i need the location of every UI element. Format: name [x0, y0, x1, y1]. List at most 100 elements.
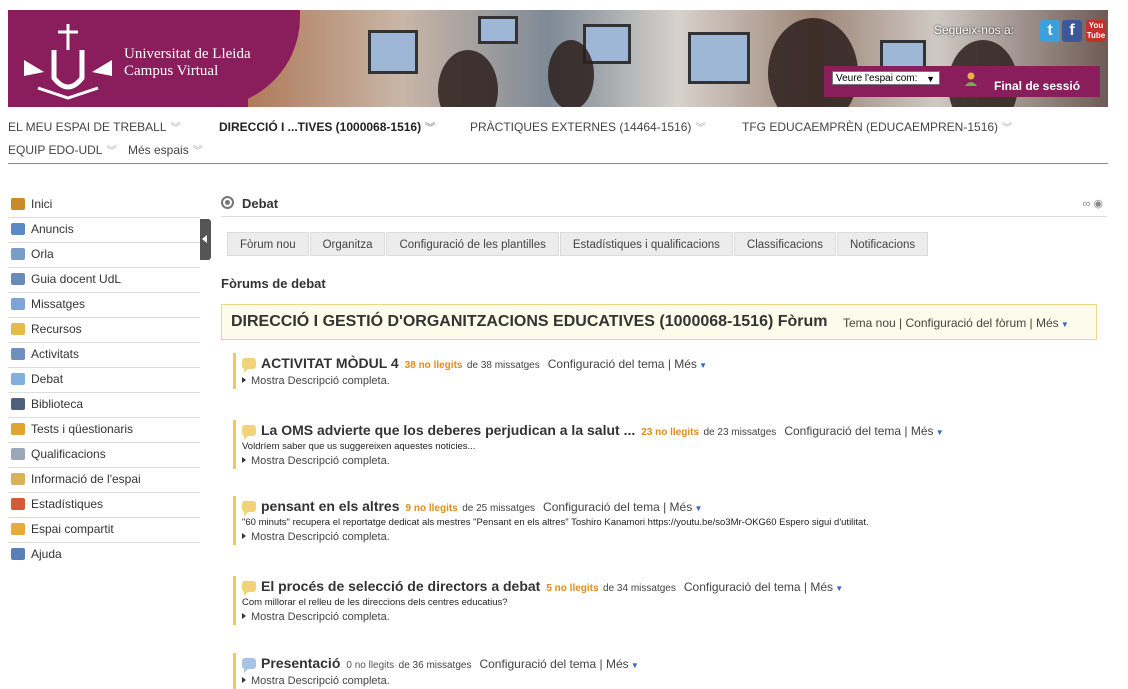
topic-actions[interactable]: Configuració del tema | Més ▼ [684, 580, 843, 594]
chevron-down-icon: ︾ [1002, 123, 1013, 134]
view-as-select[interactable]: Veure l'espai com: ▼ [832, 71, 940, 85]
chevron-down-icon: ︾ [695, 123, 706, 134]
tab-organize[interactable]: Organitza [309, 232, 386, 256]
twitter-icon[interactable]: t [1040, 20, 1060, 42]
topic-header: ACTIVITAT MÒDUL 4 38 no llegits de 38 mis… [242, 353, 707, 373]
topic-title[interactable]: El procés de selecció de directors a deb… [261, 578, 540, 594]
forum-toolbar: Fòrum nou Organitza Configuració de les pl… [227, 232, 929, 256]
sidebar-item[interactable]: Anuncis [8, 218, 200, 243]
topic-actions-label: Configuració del tema | Més [784, 424, 934, 438]
facebook-icon[interactable]: f [1062, 20, 1082, 42]
topic-actions[interactable]: Configuració del tema | Més ▼ [784, 424, 943, 438]
logout-link[interactable]: Final de sessió [994, 79, 1080, 93]
sidebar-item[interactable]: Debat [8, 368, 200, 393]
nav-my-workspace[interactable]: EL MEU ESPAI DE TREBALL ︾ [8, 119, 181, 134]
caret-down-icon: ▼ [628, 661, 639, 670]
sidebar-collapse-handle[interactable] [200, 219, 211, 260]
unread-count[interactable]: 0 no llegits [346, 660, 394, 671]
chevron-down-icon: ︾ [170, 123, 181, 134]
nav-equip-edo-udl[interactable]: EQUIP EDO-UDL ︾ [8, 142, 116, 157]
topic-title[interactable]: pensant en els altres [261, 498, 400, 514]
sidebar-item[interactable]: Ajuda [8, 543, 200, 567]
forum-title[interactable]: DIRECCIÓ I GESTIÓ D'ORGANITZACIONS EDUCA… [231, 313, 828, 331]
topic-header: Presentació 0 no llegits de 36 missatges C… [242, 653, 639, 673]
tab-template-settings[interactable]: Configuració de les plantilles [386, 232, 559, 256]
nav-current-course[interactable]: DIRECCIÓ I ...TIVES (1000068-1516) ︾ [219, 119, 435, 134]
user-icon [965, 72, 977, 86]
sidebar-item-label: Estadístiques [31, 497, 104, 511]
sidebar-item-label: Inici [31, 197, 53, 211]
unread-count[interactable]: 9 no llegits [406, 503, 458, 514]
sidebar-item[interactable]: Recursos [8, 318, 200, 343]
show-description-toggle[interactable]: Mostra Descripció completa. [242, 609, 843, 625]
unread-count[interactable]: 23 no llegits [641, 427, 699, 438]
sidebar-item-label: Qualificacions [31, 447, 106, 461]
topic-actions-label: Configuració del tema | Més [543, 500, 693, 514]
topic-actions[interactable]: Configuració del tema | Més ▼ [543, 500, 702, 514]
show-description-toggle[interactable]: Mostra Descripció completa. [242, 529, 869, 545]
nav-label: Més espais [128, 143, 189, 157]
unread-count[interactable]: 38 no llegits [405, 360, 463, 371]
topic-title[interactable]: Presentació [261, 655, 340, 671]
sidebar-item-label: Espai compartit [31, 522, 114, 536]
nav-tfg-educaempren[interactable]: TFG EDUCAEMPRÈN (EDUCAEMPREN-1516) ︾ [742, 119, 1012, 134]
sidebar-item[interactable]: Guia docent UdL [8, 268, 200, 293]
page-title: Debat [242, 196, 279, 211]
sidebar-item[interactable]: Orla [8, 243, 200, 268]
tab-statistics-grades[interactable]: Estadístiques i qualificacions [559, 232, 733, 256]
megaphone-icon [11, 223, 25, 235]
nav-label: TFG EDUCAEMPRÈN (EDUCAEMPREN-1516) [742, 120, 999, 134]
message-total: de 25 missatges [462, 503, 536, 514]
sidebar-item[interactable]: Inici [8, 193, 200, 218]
sidebar-item[interactable]: Espai compartit [8, 518, 200, 543]
unread-count[interactable]: 5 no llegits [546, 583, 598, 594]
brand-title[interactable]: Universitat de Lleida Campus Virtual [124, 46, 251, 80]
forum-actions-label: Tema nou | Configuració del fòrum | Més [843, 316, 1059, 330]
sidebar-item[interactable]: Missatges [8, 293, 200, 318]
grades-icon [11, 448, 25, 460]
sidebar-item[interactable]: Tests i qüestionaris [8, 418, 200, 443]
tab-rankings[interactable]: Classificacions [733, 232, 836, 256]
message-total: de 23 missatges [703, 427, 777, 438]
tab-notifications[interactable]: Notificacions [836, 232, 929, 256]
brand-panel: Universitat de Lleida Campus Virtual [8, 10, 300, 107]
topic-actions[interactable]: Configuració del tema | Més ▼ [479, 657, 638, 671]
nav-label: DIRECCIÓ I ...TIVES (1000068-1516) [219, 120, 422, 134]
help-circle-icon[interactable]: ◉ [1093, 198, 1103, 210]
topic-item: El procés de selecció de directors a deb… [233, 576, 843, 625]
sidebar-item-label: Informació de l'espai [31, 472, 141, 486]
sidebar-item[interactable]: Activitats [8, 343, 200, 368]
topic-description: Voldríem saber que us suggereixen aquest… [242, 441, 476, 452]
youtube-icon[interactable]: You Tube [1086, 20, 1106, 42]
topic-actions-label: Configuració del tema | Més [479, 657, 629, 671]
show-description-toggle[interactable]: Mostra Descripció completa. [242, 453, 944, 469]
tab-new-forum[interactable]: Fòrum nou [227, 232, 309, 256]
topic-title[interactable]: ACTIVITAT MÒDUL 4 [261, 355, 399, 371]
activities-icon [11, 348, 25, 360]
expand-triangle-icon [242, 377, 246, 383]
forum-actions[interactable]: Tema nou | Configuració del fòrum | Més … [843, 316, 1069, 330]
follow-us-label: Segueix-nos a: [933, 23, 1014, 37]
sidebar-item[interactable]: Biblioteca [8, 393, 200, 418]
sidebar-item-label: Anuncis [31, 222, 74, 236]
topic-actions-label: Configuració del tema | Més [683, 580, 834, 594]
nav-label: EQUIP EDO-UDL [8, 143, 103, 157]
topic-actions-label: Configuració del tema | Més [547, 357, 697, 371]
nav-more-spaces[interactable]: Més espais ︾ [128, 142, 203, 157]
link-icon[interactable]: ∞ [1082, 198, 1090, 210]
topic-title[interactable]: La OMS advierte que los deberes perjudic… [261, 422, 635, 438]
topic-actions[interactable]: Configuració del tema | Més ▼ [548, 357, 707, 371]
sidebar-item[interactable]: Qualificacions [8, 443, 200, 468]
show-description-toggle[interactable]: Mostra Descripció completa. [242, 373, 707, 389]
sidebar-item[interactable]: Informació de l'espai [8, 468, 200, 493]
sidebar-item-label: Orla [31, 247, 54, 261]
sidebar-item[interactable]: Estadístiques [8, 493, 200, 518]
caret-down-icon: ▼ [692, 504, 703, 513]
message-total: de 34 missatges [603, 583, 676, 594]
show-description-toggle[interactable]: Mostra Descripció completa. [242, 673, 639, 689]
tools-sidebar: Inici Anuncis Orla Guia docent UdL Missatges… [8, 193, 200, 567]
sidebar-item-label: Recursos [31, 322, 82, 336]
chevron-down-icon: ︾ [192, 146, 203, 157]
nav-practiques-externes[interactable]: PRÀCTIQUES EXTERNES (14464-1516) ︾ [470, 119, 705, 134]
forum-header: DIRECCIÓ I GESTIÓ D'ORGANITZACIONS EDUCA… [221, 304, 1097, 340]
